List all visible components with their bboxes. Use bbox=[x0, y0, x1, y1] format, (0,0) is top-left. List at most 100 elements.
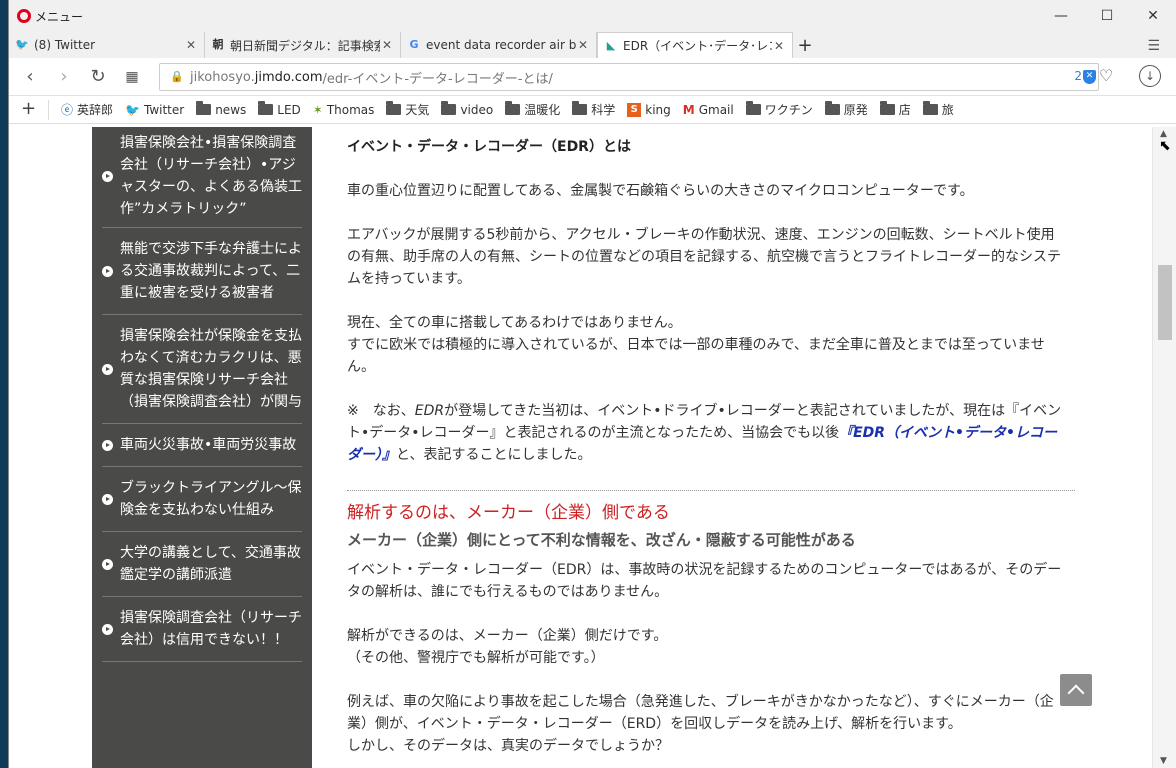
jimdo-icon: ◣ bbox=[606, 38, 616, 52]
arrow-bullet-icon bbox=[102, 439, 113, 451]
bookmark-label: Gmail bbox=[698, 102, 734, 117]
note-suffix: と、表記することにしました。 bbox=[396, 447, 592, 463]
bookmark-led[interactable]: LED bbox=[258, 101, 301, 117]
lock-icon: 🔒 bbox=[170, 70, 184, 83]
paragraph: 現在、全ての車に搭載してあるわけではありません。 bbox=[347, 315, 682, 331]
article: イベント・データ・レコーダー（EDR）とは 車の重心位置辺りに配置してある、金属… bbox=[347, 127, 1075, 757]
google-icon: G bbox=[409, 38, 419, 51]
section-divider bbox=[347, 490, 1075, 491]
tab-close-icon[interactable]: ✕ bbox=[576, 38, 590, 52]
reload-icon[interactable]: ↻ bbox=[81, 60, 115, 94]
tab-close-icon[interactable]: ✕ bbox=[184, 38, 198, 52]
sidebar-item[interactable]: 無能で交渉下手な弁護士による交通事故裁判によって、二重に被害を受ける被害者 bbox=[102, 228, 302, 315]
bookmark-label: news bbox=[215, 102, 247, 117]
url-prefix: jikohosyo. bbox=[190, 69, 255, 85]
tab-title: (8) Twitter bbox=[34, 38, 96, 52]
bookmark-nuclear[interactable]: 原発 bbox=[824, 101, 868, 118]
tab-close-icon[interactable]: ✕ bbox=[772, 39, 786, 53]
sidebar-item[interactable]: 損害保険調査会社（リサーチ会社）は信用できない！！ bbox=[102, 597, 302, 662]
heart-icon[interactable]: ♡ bbox=[1099, 66, 1113, 85]
opera-logo-icon[interactable] bbox=[17, 9, 31, 23]
back-icon[interactable]: ‹ bbox=[13, 60, 47, 94]
bookmark-eijiro[interactable]: ⓔ 英辞郎 bbox=[61, 101, 113, 118]
paragraph: イベント・データ・レコーダー（EDR）は、事故時の状況を記録するためのコンピュー… bbox=[347, 562, 1062, 600]
paragraph: 例えば、車の欠陥により事故を起こした場合（急発進した、ブレーキがきかなかったなど… bbox=[347, 694, 1054, 732]
bookmark-king[interactable]: Sking bbox=[627, 102, 671, 117]
sidebar-item[interactable]: 損害保険会社•損害保険調査会社（リサーチ会社）•アジャスターの、よくある偽装工作… bbox=[102, 127, 302, 228]
speed-dial-icon[interactable]: ▦ bbox=[115, 60, 149, 94]
scrollbar-thumb[interactable] bbox=[1158, 265, 1172, 340]
sidebar-item[interactable]: 損害保険会社が保険金を支払わなくて済むカラクリは、悪質な損害保険リサーチ会社（損… bbox=[102, 315, 302, 424]
url-path: /edr-イベント-データ-レコーダー-とは/ bbox=[322, 71, 553, 87]
url-field[interactable]: 🔒 jikohosyo. jimdo.com /edr-イベント-データ-レコー… bbox=[159, 63, 1099, 91]
twitter-icon: 🐦 bbox=[125, 102, 140, 117]
bookmark-gmail[interactable]: M Gmail bbox=[683, 103, 734, 117]
sidebar-item[interactable]: 車両火災事故•車両労災事故 bbox=[102, 424, 302, 467]
sidebar-item-label: 車両火災事故•車両労災事故 bbox=[120, 437, 297, 453]
folder-icon bbox=[824, 101, 840, 115]
close-icon[interactable]: ✕ bbox=[1130, 0, 1176, 32]
king-icon: S bbox=[627, 102, 642, 117]
sidebar-item-label: 損害保険調査会社（リサーチ会社）は信用できない！！ bbox=[120, 610, 302, 648]
sidebar-item-label: ブラックトライアングル～保険金を支払わない仕組み bbox=[120, 480, 302, 518]
bookmark-label: king bbox=[645, 102, 671, 117]
sidebar-item-label: 損害保険会社が保険金を支払わなくて済むカラクリは、悪質な損害保険リサーチ会社（損… bbox=[120, 328, 302, 410]
bookmark-news[interactable]: news bbox=[196, 101, 247, 117]
arrow-bullet-icon bbox=[102, 558, 113, 570]
tab-asahi[interactable]: 朝 朝日新聞デジタル：記事検索 ✕ bbox=[205, 32, 401, 58]
twitter-icon: 🐦 bbox=[15, 38, 29, 51]
ad-block-shield-icon[interactable]: ✕ bbox=[1083, 70, 1096, 84]
add-bookmark-button[interactable]: + bbox=[9, 99, 49, 120]
sidebar-item-label: 損害保険会社•損害保険調査会社（リサーチ会社）•アジャスターの、よくある偽装工作… bbox=[120, 135, 302, 217]
sidebar-item[interactable]: ブラックトライアングル～保険金を支払わない仕組み bbox=[102, 467, 302, 532]
bookmark-travel[interactable]: 旅 bbox=[922, 101, 954, 118]
bookmark-weather[interactable]: 天気 bbox=[386, 101, 429, 118]
section-subtitle: メーカー（企業）側にとって不利な情報を、改ざん・隠蔽する可能性がある bbox=[347, 531, 856, 549]
page-scrollbar[interactable]: ▲ ▼ bbox=[1152, 127, 1176, 768]
sidebar-item[interactable]: 大学の講義として、交通事故鑑定学の講師派遣 bbox=[102, 532, 302, 597]
bookmark-twitter[interactable]: 🐦 Twitter bbox=[125, 103, 184, 117]
tab-menu-icon[interactable]: ☰ bbox=[1147, 38, 1160, 54]
tab-google[interactable]: G event data recorder air bag ✕ bbox=[401, 32, 597, 58]
bookmark-label: 英辞郎 bbox=[77, 103, 114, 117]
bookmark-label: 旅 bbox=[941, 103, 954, 117]
tab-title: event data recorder air bag bbox=[426, 38, 576, 52]
forward-icon[interactable]: › bbox=[47, 60, 81, 94]
maximize-icon[interactable]: ☐ bbox=[1084, 0, 1130, 32]
tab-bar: 🐦 (8) Twitter ✕ 朝 朝日新聞デジタル：記事検索 ✕ G even… bbox=[9, 32, 1176, 58]
browser-window: メニュー — ☐ ✕ 🐦 (8) Twitter ✕ 朝 朝日新聞デジタル：記事… bbox=[8, 0, 1176, 768]
note-prefix: ※ なお、 bbox=[347, 403, 415, 419]
gmail-icon: M bbox=[682, 102, 695, 117]
bookmark-label: ワクチン bbox=[764, 103, 813, 117]
tab-close-icon[interactable]: ✕ bbox=[380, 38, 394, 52]
bookmark-science[interactable]: 科学 bbox=[572, 101, 615, 118]
tab-twitter[interactable]: 🐦 (8) Twitter ✕ bbox=[9, 32, 205, 58]
tab-title: 朝日新聞デジタル：記事検索 bbox=[230, 38, 380, 53]
note-edr: EDR bbox=[414, 403, 445, 419]
tab-edr[interactable]: ◣ EDR（イベント･データ･レコーダ ✕ bbox=[597, 32, 793, 58]
bookmark-thomas[interactable]: ✶ Thomas bbox=[313, 103, 375, 117]
minimize-icon[interactable]: — bbox=[1038, 0, 1084, 32]
desktop-edge bbox=[0, 0, 8, 768]
folder-icon bbox=[505, 101, 521, 115]
scroll-down-icon[interactable]: ▼ bbox=[1160, 756, 1167, 766]
bookmark-label: video bbox=[460, 102, 494, 117]
paragraph: エアバックが展開する5秒前から、アクセル・ブレーキの作動状況、速度、エンジンの回… bbox=[347, 227, 1061, 287]
bookmark-label: 温暖化 bbox=[524, 103, 561, 117]
bookmarks-bar: + ⓔ 英辞郎 🐦 Twitter news LED ✶ Thomas 天気 vide… bbox=[9, 96, 1176, 124]
scroll-to-top-button[interactable] bbox=[1060, 674, 1092, 706]
url-host: jimdo.com bbox=[254, 69, 323, 85]
bookmark-label: LED bbox=[277, 102, 301, 117]
bookmark-vaccine[interactable]: ワクチン bbox=[745, 101, 813, 118]
bookmark-label: 天気 bbox=[405, 103, 430, 117]
bookmark-video[interactable]: video bbox=[441, 101, 494, 117]
bookmark-shop[interactable]: 店 bbox=[879, 101, 911, 118]
chevron-up-icon bbox=[1067, 684, 1085, 702]
bookmark-warming[interactable]: 温暖化 bbox=[505, 101, 560, 118]
menu-button[interactable]: メニュー bbox=[35, 8, 83, 25]
paragraph: すでに欧米では積極的に導入されているが、日本では一部の車種のみで、まだ全車に普及… bbox=[347, 337, 1045, 375]
new-tab-button[interactable]: + bbox=[793, 32, 817, 58]
paragraph: 解析ができるのは、メーカー（企業）側だけです。 bbox=[347, 628, 668, 644]
download-icon[interactable]: ↓ bbox=[1139, 65, 1161, 87]
sidebar-nav: 損害保険会社•損害保険調査会社（リサーチ会社）•アジャスターの、よくある偽装工作… bbox=[92, 127, 312, 768]
